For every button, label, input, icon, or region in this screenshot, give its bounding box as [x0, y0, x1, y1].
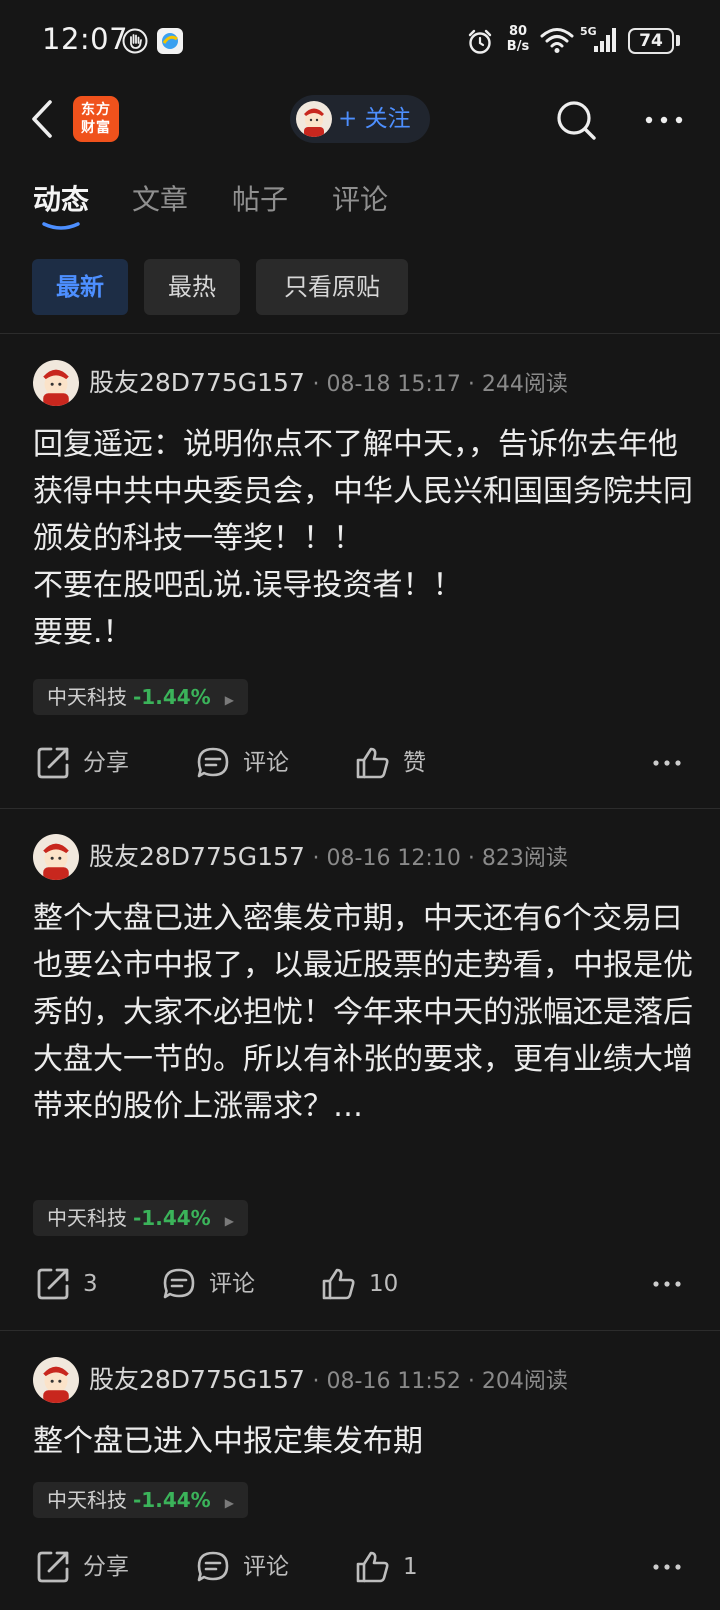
- comment-label: 评论: [243, 1554, 289, 1580]
- like-count: 1: [403, 1554, 418, 1580]
- tab-dynamic[interactable]: 动态: [33, 178, 89, 222]
- feed-post[interactable]: 股友28D775G157 · 08-16 12:10 · 823阅读 整个大盘已…: [0, 829, 720, 1329]
- cellular-signal-icon: 5G: [580, 24, 620, 56]
- user-avatar: [296, 101, 332, 137]
- like-label: 赞: [403, 750, 426, 776]
- post-body[interactable]: 整个盘已进入中报定集发布期: [33, 1418, 693, 1465]
- stock-name: 中天科技: [47, 1488, 127, 1512]
- filter-latest[interactable]: 最新: [32, 259, 128, 315]
- network-speed: 80 B/s: [503, 24, 533, 54]
- tab-articles[interactable]: 文章: [132, 178, 188, 222]
- meta-separator: ·: [467, 372, 475, 397]
- stock-tag[interactable]: 中天科技 -1.44% ▶: [33, 679, 248, 715]
- status-time: 12:07: [42, 22, 129, 56]
- tab-comments[interactable]: 评论: [332, 178, 388, 222]
- feed-post[interactable]: 股友28D775G157 · 08-18 15:17 · 244阅读 回复遥远：…: [0, 355, 720, 810]
- share-icon: [37, 1551, 69, 1583]
- share-count: 3: [83, 1271, 98, 1297]
- play-arrow-icon: ▶: [224, 1496, 234, 1510]
- meta-separator: ·: [312, 1369, 320, 1394]
- post-author-name[interactable]: 股友28D775G157: [89, 368, 305, 397]
- share-icon: [37, 1268, 69, 1300]
- sort-filters: 最新 最热 只看原贴: [0, 259, 720, 317]
- play-arrow-icon: ▶: [224, 1214, 234, 1228]
- stock-change: -1.44%: [133, 685, 211, 709]
- post-author-name[interactable]: 股友28D775G157: [89, 1365, 305, 1394]
- filter-original-only[interactable]: 只看原贴: [256, 259, 408, 315]
- network-speed-value: 80: [508, 24, 528, 39]
- post-author-avatar[interactable]: [33, 834, 79, 880]
- thumbs-up-icon: [356, 1551, 389, 1583]
- feed-post[interactable]: 股友28D775G157 · 08-16 11:52 · 204阅读 整个盘已进…: [0, 1352, 720, 1610]
- post-more-icon[interactable]: [652, 1562, 682, 1572]
- meta-separator: ·: [312, 846, 320, 871]
- stock-tag[interactable]: 中天科技 -1.44% ▶: [33, 1200, 248, 1236]
- search-icon[interactable]: [554, 98, 598, 142]
- post-meta: 股友28D775G157 · 08-16 11:52 · 204阅读: [89, 1357, 568, 1403]
- network-type-label: 5G: [580, 25, 597, 38]
- post-time: 08-16 12:10: [326, 846, 461, 871]
- post-author-avatar[interactable]: [33, 360, 79, 406]
- meta-separator: ·: [467, 846, 475, 871]
- stock-tag[interactable]: 中天科技 -1.44% ▶: [33, 1482, 248, 1518]
- thumbs-up-icon: [356, 747, 389, 779]
- status-bar: 12:07 80 B/s 5G 74: [0, 0, 720, 84]
- follow-button[interactable]: + 关注: [290, 95, 430, 143]
- comment-icon: [197, 1551, 229, 1582]
- active-tab-indicator: [42, 222, 80, 230]
- content-tabs: 动态 文章 帖子 评论: [0, 178, 720, 238]
- app-notification-icon: [157, 28, 183, 54]
- eastmoney-logo[interactable]: 东方 财富: [73, 96, 119, 142]
- post-read-count: 244阅读: [481, 372, 568, 397]
- stock-change: -1.44%: [133, 1206, 211, 1230]
- post-body[interactable]: 整个大盘已进入密集发市期，中天还有6个交易曰也要公市中报了，以最近股票的走势看，…: [33, 895, 693, 1130]
- alarm-icon: [468, 29, 492, 54]
- play-arrow-icon: ▶: [224, 693, 234, 707]
- post-time: 08-16 11:52: [326, 1369, 461, 1394]
- more-options-icon[interactable]: [642, 108, 686, 132]
- section-divider: [0, 333, 720, 334]
- brand-line-2: 财富: [81, 120, 111, 136]
- stock-change: -1.44%: [133, 1488, 211, 1512]
- share-label: 分享: [83, 1554, 129, 1580]
- back-arrow-icon[interactable]: [26, 96, 62, 142]
- meta-separator: ·: [312, 372, 320, 397]
- follow-label: + 关注: [338, 106, 411, 132]
- like-count: 10: [369, 1271, 399, 1297]
- share-icon: [37, 747, 69, 779]
- post-divider: [0, 1330, 720, 1331]
- brand-line-1: 东方: [81, 102, 111, 118]
- post-more-icon[interactable]: [652, 1279, 682, 1289]
- meta-separator: ·: [467, 1369, 475, 1394]
- post-more-icon[interactable]: [652, 758, 682, 768]
- comment-label: 评论: [209, 1271, 255, 1297]
- post-body[interactable]: 回复遥远：说明你点不了解中天，，告诉你去年他获得中共中央委员会，中华人民兴和国国…: [33, 421, 693, 656]
- share-label: 分享: [83, 750, 129, 776]
- network-speed-unit: B/s: [506, 39, 530, 54]
- stock-name: 中天科技: [47, 1206, 127, 1230]
- post-author-name[interactable]: 股友28D775G157: [89, 842, 305, 871]
- gesture-hand-icon: [122, 28, 148, 54]
- wifi-icon: [540, 28, 574, 53]
- battery-level: 74: [639, 31, 663, 51]
- stock-name: 中天科技: [47, 685, 127, 709]
- comment-icon: [163, 1268, 195, 1299]
- post-time: 08-18 15:17: [326, 372, 461, 397]
- post-meta: 股友28D775G157 · 08-16 12:10 · 823阅读: [89, 834, 568, 880]
- post-author-avatar[interactable]: [33, 1357, 79, 1403]
- filter-hottest[interactable]: 最热: [144, 259, 240, 315]
- comment-label: 评论: [243, 750, 289, 776]
- battery-icon: 74: [628, 28, 674, 54]
- comment-icon: [197, 747, 229, 778]
- thumbs-up-icon: [322, 1268, 355, 1300]
- post-read-count: 204阅读: [481, 1369, 568, 1394]
- battery-tip: [676, 35, 680, 46]
- post-divider: [0, 808, 720, 809]
- top-nav-bar: 东方 财富 + 关注: [0, 84, 720, 164]
- post-read-count: 823阅读: [481, 846, 568, 871]
- post-meta: 股友28D775G157 · 08-18 15:17 · 244阅读: [89, 360, 568, 406]
- tab-posts[interactable]: 帖子: [232, 178, 288, 222]
